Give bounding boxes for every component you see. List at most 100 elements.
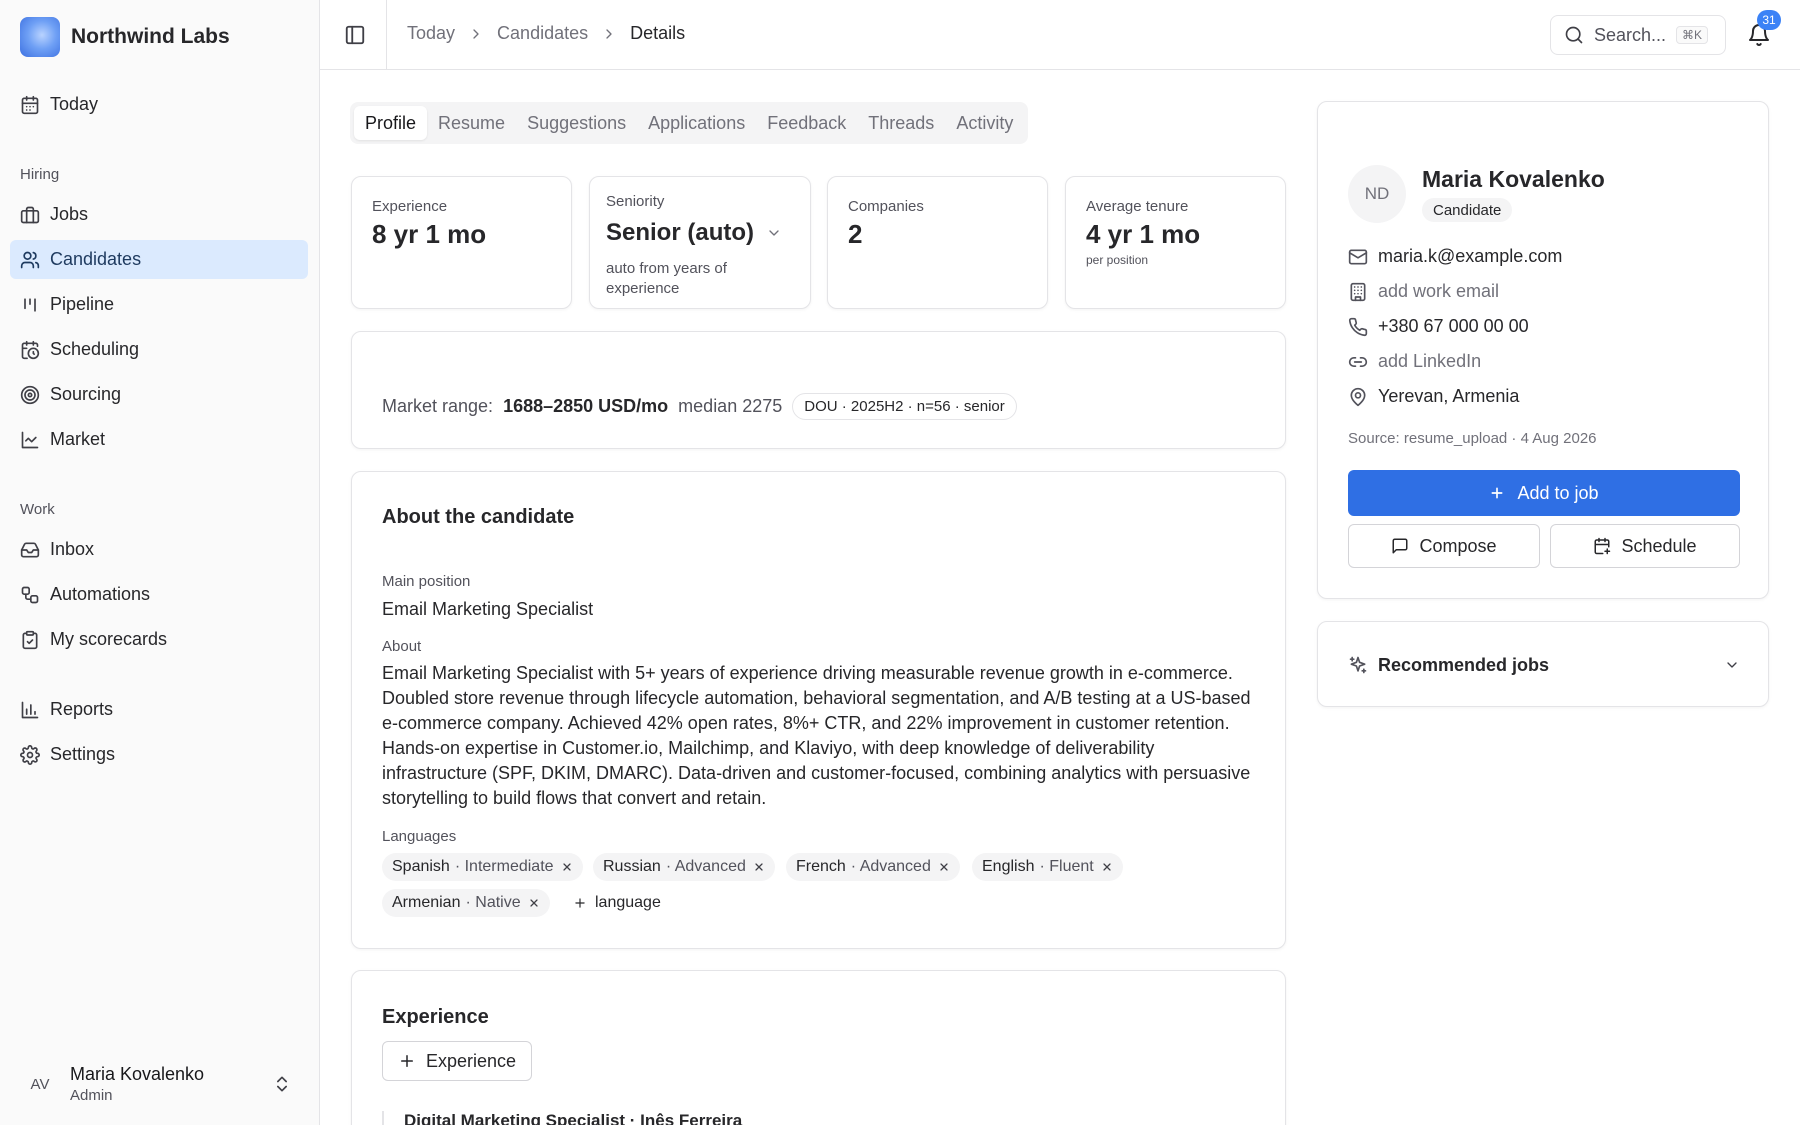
contact-linkedin-value: add LinkedIn <box>1378 351 1482 371</box>
sidebar-item-label: Inbox <box>50 539 95 559</box>
chevrons-up-down-icon[interactable] <box>272 1073 292 1095</box>
users-icon <box>20 251 40 268</box>
calendar-clock-icon <box>21 340 40 359</box>
stat-card-experience: Experience 8 yr 1 mo <box>351 176 572 309</box>
tab-threads[interactable]: Threads <box>857 106 945 140</box>
stat-card-companies: Companies 2 <box>827 176 1048 309</box>
calendar-plus-icon <box>1594 537 1611 555</box>
close-icon[interactable] <box>561 861 573 873</box>
market-label: Market range: <box>382 396 494 416</box>
avatar: ND <box>1348 165 1406 223</box>
briefcase-icon <box>20 206 40 223</box>
recommended-jobs-title: Recommended jobs <box>1378 654 1550 675</box>
stat-card-seniority: Seniority Senior (auto) auto from years … <box>589 176 811 309</box>
sidebar-item-inbox[interactable]: Inbox <box>10 530 308 569</box>
search-icon <box>1565 26 1583 44</box>
panel-left-icon[interactable] <box>344 24 366 46</box>
add-language-label: language <box>595 894 661 911</box>
sidebar-section-hiring: Hiring <box>20 166 60 183</box>
search-input[interactable]: Search... ⌘K <box>1550 15 1726 55</box>
mail-icon <box>1348 249 1368 264</box>
experience-card: Experience Experience Digital Marketing … <box>351 970 1286 1125</box>
language-chip: Armenian · Native <box>382 889 550 917</box>
stat-sub: per position <box>1086 253 1149 267</box>
seniority-select[interactable]: Senior (auto) <box>606 219 782 247</box>
sidebar: Northwind Labs Today Hiring Jobs Candida… <box>0 0 320 1125</box>
add-experience-label: Experience <box>425 1050 517 1071</box>
sidebar-item-candidates[interactable]: Candidates <box>10 240 308 279</box>
sidebar-item-today[interactable]: Today <box>10 85 308 124</box>
add-language-button[interactable]: language <box>573 894 661 912</box>
profile-tabs: Profile Resume Suggestions Applications … <box>350 102 1029 144</box>
sidebar-item-automations[interactable]: Automations <box>10 575 308 614</box>
plus-icon <box>575 898 585 908</box>
user-name: Maria Kovalenko <box>70 1064 205 1084</box>
contact-work-email[interactable]: add work email <box>1348 281 1499 302</box>
sidebar-item-reports[interactable]: Reports <box>10 690 308 729</box>
tab-feedback[interactable]: Feedback <box>756 106 857 140</box>
stat-value: 2 <box>848 219 863 249</box>
chevron-right-icon <box>473 28 479 39</box>
recommended-jobs-toggle[interactable]: Recommended jobs <box>1348 652 1740 678</box>
radar-icon <box>20 385 40 404</box>
sidebar-item-market[interactable]: Market <box>10 420 308 459</box>
sidebar-item-sourcing[interactable]: Sourcing <box>10 375 308 414</box>
add-experience-button[interactable]: Experience <box>382 1041 532 1081</box>
sidebar-item-my-scorecards[interactable]: My scorecards <box>10 620 308 659</box>
sidebar-item-scheduling[interactable]: Scheduling <box>10 330 308 369</box>
experience-item-title[interactable]: Digital Marketing Specialist · Inês Ferr… <box>382 1111 742 1125</box>
recommended-jobs-card[interactable]: Recommended jobs <box>1317 621 1769 707</box>
language-name: Spanish <box>392 858 450 875</box>
language-level: · Native <box>465 894 521 911</box>
tab-applications[interactable]: Applications <box>637 106 756 140</box>
contact-location-value: Yerevan, Armenia <box>1378 386 1520 406</box>
brand-logo <box>20 17 60 57</box>
seniority-note: auto from years of experience <box>606 260 727 297</box>
close-icon[interactable] <box>938 861 950 873</box>
sidebar-item-settings[interactable]: Settings <box>10 735 308 774</box>
add-to-job-button[interactable]: Add to job <box>1348 470 1740 516</box>
contact-email-value: maria.k@example.com <box>1378 246 1563 266</box>
tab-resume[interactable]: Resume <box>427 106 516 140</box>
clipboard-check-icon <box>22 630 38 649</box>
close-icon[interactable] <box>753 861 765 873</box>
sidebar-item-jobs[interactable]: Jobs <box>10 195 308 234</box>
contact-phone[interactable]: +380 67 000 00 00 <box>1348 316 1529 337</box>
field-label: Main position <box>382 573 471 590</box>
search-placeholder: Search... <box>1594 24 1667 45</box>
map-pin-icon <box>1350 387 1366 406</box>
close-icon[interactable] <box>1101 861 1113 873</box>
inbox-icon <box>20 542 40 557</box>
phone-icon <box>1348 317 1368 336</box>
tab-profile[interactable]: Profile <box>354 106 428 140</box>
tab-activity[interactable]: Activity <box>945 106 1024 140</box>
language-chip: French · Advanced <box>786 853 960 881</box>
sidebar-item-pipeline[interactable]: Pipeline <box>10 285 308 324</box>
avatar: AV <box>30 1075 50 1093</box>
schedule-button[interactable]: Schedule <box>1550 524 1740 568</box>
user-menu[interactable]: AV Maria Kovalenko Admin <box>20 1061 300 1107</box>
topbar-divider <box>386 0 387 70</box>
building-icon <box>1350 282 1366 301</box>
breadcrumb-today[interactable]: Today <box>407 23 455 44</box>
plus-icon <box>1491 487 1503 499</box>
market-range: Market range: 1688–2850 USD/mo median 22… <box>382 393 1017 420</box>
tab-suggestions[interactable]: Suggestions <box>516 106 637 140</box>
contact-linkedin[interactable]: add LinkedIn <box>1348 351 1481 372</box>
breadcrumb-candidates[interactable]: Candidates <box>497 23 588 44</box>
stat-card-average-tenure: Average tenure 4 yr 1 mo per position <box>1065 176 1286 309</box>
contact-email[interactable]: maria.k@example.com <box>1348 246 1562 267</box>
close-icon[interactable] <box>528 897 540 909</box>
line-chart-icon <box>21 431 39 448</box>
stat-value: 8 yr 1 mo <box>372 219 487 249</box>
sidebar-item-label: Automations <box>50 584 151 604</box>
kanban-icon <box>24 297 36 312</box>
section-title: Experience <box>382 1006 489 1028</box>
sidebar-item-label: Pipeline <box>50 294 115 314</box>
brand[interactable]: Northwind Labs <box>20 17 230 57</box>
compose-button[interactable]: Compose <box>1348 524 1540 568</box>
gear-icon <box>20 744 40 765</box>
add-to-job-label: Add to job <box>1517 482 1599 503</box>
calendar-icon <box>21 95 39 114</box>
stat-label: Average tenure <box>1086 198 1189 215</box>
